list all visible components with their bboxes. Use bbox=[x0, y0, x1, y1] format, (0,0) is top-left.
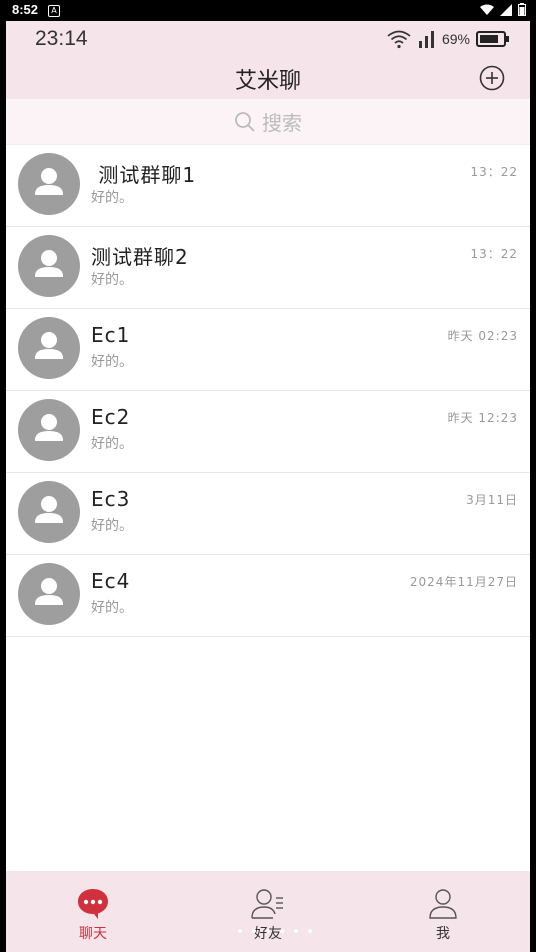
app-screen: 23:14 69% 艾米聊 搜索 测试群聊1 好的。 13：22 测试群聊2 好… bbox=[6, 21, 530, 952]
avatar bbox=[18, 399, 80, 461]
avatar bbox=[18, 235, 80, 297]
status-clock: 23:14 bbox=[35, 27, 88, 50]
indicator-dot bbox=[266, 929, 270, 933]
app-header: 艾米聊 bbox=[6, 59, 530, 99]
chat-preview: 好的。 bbox=[91, 436, 133, 452]
device-time: 8:52 bbox=[12, 2, 39, 17]
battery-percent: 69% bbox=[441, 31, 470, 47]
person-icon bbox=[35, 414, 63, 441]
chat-list: 测试群聊1 好的。 13：22 测试群聊2 好的。 13：22 Ec1 好的。 … bbox=[6, 145, 530, 637]
tab-label: 好友 bbox=[254, 926, 282, 942]
chat-item[interactable]: 测试群聊2 好的。 13：22 bbox=[6, 227, 530, 309]
chat-name: Ec3 bbox=[91, 487, 131, 511]
signal-icon bbox=[500, 3, 512, 16]
chat-preview: 好的。 bbox=[91, 190, 133, 206]
person-icon bbox=[429, 889, 457, 919]
add-icon[interactable] bbox=[479, 65, 505, 91]
contacts-icon bbox=[251, 889, 283, 919]
chat-item[interactable]: Ec3 好的。 3月11日 bbox=[6, 473, 530, 555]
chat-preview: 好的。 bbox=[91, 600, 133, 616]
chat-bubble-icon bbox=[78, 889, 108, 919]
notification-app-icon: A bbox=[48, 5, 60, 17]
bottom-tab-bar: 聊天 好友 我 bbox=[6, 871, 530, 952]
chat-item[interactable]: Ec1 好的。 昨天 02:23 bbox=[6, 309, 530, 391]
avatar bbox=[18, 563, 80, 625]
avatar bbox=[18, 153, 80, 215]
tab-friends[interactable]: 好友 bbox=[181, 871, 355, 952]
chat-time: 2024年11月27日 bbox=[409, 575, 518, 589]
chat-name: Ec4 bbox=[91, 569, 131, 593]
chat-time: 昨天 02:23 bbox=[447, 329, 518, 343]
tab-me[interactable]: 我 bbox=[356, 871, 530, 952]
indicator-dot bbox=[308, 929, 312, 933]
search-icon bbox=[235, 111, 255, 132]
chat-time: 13：22 bbox=[470, 165, 518, 179]
chat-preview: 好的。 bbox=[91, 518, 133, 534]
device-status-bar: 8:52 A bbox=[0, 0, 536, 21]
person-icon bbox=[35, 250, 63, 277]
chat-item[interactable]: 测试群聊1 好的。 13：22 bbox=[6, 145, 530, 227]
chat-item[interactable]: Ec2 好的。 昨天 12:23 bbox=[6, 391, 530, 473]
page-indicator-dots bbox=[238, 929, 312, 933]
indicator-dot bbox=[252, 929, 256, 933]
search-bar[interactable]: 搜索 bbox=[6, 99, 530, 145]
wifi-icon bbox=[480, 4, 494, 15]
battery-icon bbox=[476, 31, 509, 47]
avatar bbox=[18, 481, 80, 543]
indicator-dot bbox=[280, 929, 284, 933]
battery-icon bbox=[518, 3, 526, 16]
tab-chat[interactable]: 聊天 bbox=[6, 871, 180, 952]
person-icon bbox=[35, 332, 63, 359]
indicator-dot bbox=[238, 929, 242, 933]
chat-name: 测试群聊2 bbox=[91, 245, 189, 269]
tab-label: 聊天 bbox=[79, 926, 107, 942]
wifi-icon bbox=[387, 30, 411, 49]
tab-label: 我 bbox=[436, 926, 450, 942]
chat-preview: 好的。 bbox=[91, 354, 133, 370]
person-icon bbox=[35, 578, 63, 605]
signal-icon bbox=[418, 31, 434, 48]
avatar bbox=[18, 317, 80, 379]
chat-item[interactable]: Ec4 好的。 2024年11月27日 bbox=[6, 555, 530, 637]
person-icon bbox=[35, 168, 63, 195]
indicator-dot bbox=[294, 929, 298, 933]
chat-name: Ec2 bbox=[91, 405, 131, 429]
chat-time: 昨天 12:23 bbox=[447, 411, 518, 425]
search-placeholder: 搜索 bbox=[262, 111, 302, 135]
chat-preview: 好的。 bbox=[91, 272, 133, 288]
status-bar: 23:14 69% bbox=[6, 21, 530, 59]
chat-name: 测试群聊1 bbox=[91, 163, 197, 187]
chat-name: Ec1 bbox=[91, 323, 131, 347]
person-icon bbox=[35, 496, 63, 523]
chat-time: 13：22 bbox=[470, 247, 518, 261]
page-title: 艾米聊 bbox=[234, 69, 301, 94]
chat-time: 3月11日 bbox=[466, 493, 518, 507]
